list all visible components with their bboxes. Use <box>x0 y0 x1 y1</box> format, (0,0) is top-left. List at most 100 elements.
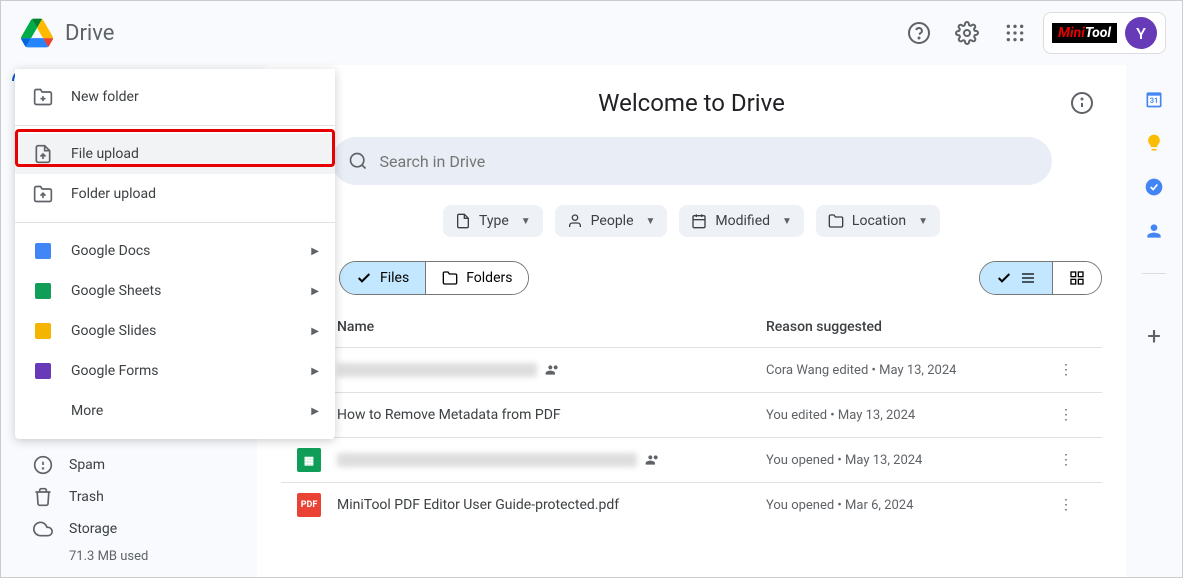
more-actions-icon[interactable]: ⋮ <box>1046 452 1086 468</box>
toggle-files[interactable]: Files <box>340 262 425 294</box>
right-rail: 31 + <box>1126 65 1182 577</box>
tasks-icon[interactable] <box>1144 177 1164 197</box>
shared-icon <box>545 362 561 378</box>
calendar-icon[interactable]: 31 <box>1144 89 1164 109</box>
chevron-right-icon: ▶ <box>311 366 319 377</box>
menu-new-folder[interactable]: New folder <box>15 77 335 117</box>
chip-modified[interactable]: Modified▼ <box>679 205 804 237</box>
chevron-down-icon: ▼ <box>918 216 928 227</box>
cloud-icon <box>33 519 53 539</box>
menu-label: Folder upload <box>71 186 156 202</box>
sidebar-item-trash[interactable]: Trash <box>9 481 257 513</box>
spam-icon <box>33 455 53 475</box>
search-bar[interactable] <box>332 137 1052 185</box>
header-actions: MiniTool Y <box>899 12 1166 54</box>
brand-badge[interactable]: MiniTool Y <box>1043 12 1166 54</box>
menu-label: Google Docs <box>71 243 150 259</box>
column-reason: Reason suggested <box>766 319 1046 335</box>
column-name: Name <box>337 319 766 335</box>
file-row[interactable]: X Cora Wang edited • May 13, 2024 ⋮ <box>281 347 1102 392</box>
menu-google-slides[interactable]: Google Slides ▶ <box>15 311 335 351</box>
new-context-menu: New folder File upload Folder upload Goo… <box>15 69 335 439</box>
add-icon[interactable]: + <box>1147 322 1161 350</box>
file-name-blurred <box>337 453 637 467</box>
avatar[interactable]: Y <box>1125 17 1157 49</box>
header: Drive MiniTool Y <box>1 1 1182 65</box>
file-name: MiniTool PDF Editor User Guide-protected… <box>337 497 766 513</box>
menu-label: Google Slides <box>71 323 156 339</box>
main-content: Welcome to Drive Type▼ People▼ Modified▼… <box>257 65 1126 577</box>
grid-view-button[interactable] <box>1053 262 1101 294</box>
search-icon <box>348 151 368 171</box>
apps-icon[interactable] <box>995 13 1035 53</box>
files-folders-toggle: Files Folders <box>339 261 529 295</box>
more-actions-icon[interactable]: ⋮ <box>1046 407 1086 423</box>
settings-icon[interactable] <box>947 13 987 53</box>
menu-folder-upload[interactable]: Folder upload <box>15 174 335 214</box>
file-reason: You opened • Mar 6, 2024 <box>766 498 1046 513</box>
menu-label: Google Sheets <box>71 283 161 299</box>
sheets-icon: ▦ <box>297 448 321 472</box>
file-row[interactable]: ▭ How to Remove Metadata from PDF You ed… <box>281 392 1102 437</box>
help-icon[interactable] <box>899 13 939 53</box>
list-view-button[interactable] <box>980 262 1052 294</box>
slides-icon <box>31 319 55 343</box>
chevron-right-icon: ▶ <box>311 246 319 257</box>
chip-location[interactable]: Location▼ <box>816 205 940 237</box>
view-toggle <box>979 261 1102 295</box>
product-name: Drive <box>65 21 114 46</box>
search-input[interactable] <box>380 152 1036 171</box>
keep-icon[interactable] <box>1144 133 1164 153</box>
folder-upload-icon <box>31 182 55 206</box>
table-header: Name Reason suggested <box>281 307 1102 347</box>
svg-text:31: 31 <box>1150 96 1159 105</box>
menu-file-upload[interactable]: File upload <box>15 134 335 174</box>
chevron-right-icon: ▶ <box>311 286 319 297</box>
pdf-icon: PDF <box>297 493 321 517</box>
folder-plus-icon <box>31 85 55 109</box>
sheets-icon <box>31 279 55 303</box>
chevron-down-icon: ▼ <box>782 216 792 227</box>
brand-logo: MiniTool <box>1052 23 1117 43</box>
menu-divider <box>15 222 335 223</box>
chevron-right-icon: ▶ <box>311 326 319 337</box>
file-name: How to Remove Metadata from PDF <box>337 407 766 423</box>
menu-label: Google Forms <box>71 363 159 379</box>
menu-google-sheets[interactable]: Google Sheets ▶ <box>15 271 335 311</box>
shared-icon <box>645 452 661 468</box>
sidebar-item-spam[interactable]: Spam <box>9 449 257 481</box>
chevron-down-icon: ▼ <box>521 216 531 227</box>
file-reason: You opened • May 13, 2024 <box>766 453 1046 468</box>
chip-type[interactable]: Type▼ <box>443 205 543 237</box>
menu-google-forms[interactable]: Google Forms ▶ <box>15 351 335 391</box>
file-row[interactable]: ▦ You opened • May 13, 2024 ⋮ <box>281 437 1102 482</box>
chevron-right-icon: ▶ <box>311 406 319 417</box>
file-name-blurred <box>337 363 537 377</box>
forms-icon <box>31 359 55 383</box>
sidebar-label: Storage <box>69 521 117 537</box>
storage-used: 71.3 MB used <box>9 549 257 564</box>
more-actions-icon[interactable]: ⋮ <box>1046 362 1086 378</box>
toggle-folders[interactable]: Folders <box>426 262 528 294</box>
file-row[interactable]: PDF MiniTool PDF Editor User Guide-prote… <box>281 482 1102 527</box>
menu-label: More <box>71 403 103 419</box>
chip-people[interactable]: People▼ <box>555 205 668 237</box>
docs-icon <box>31 239 55 263</box>
contacts-icon[interactable] <box>1144 221 1164 241</box>
menu-more[interactable]: More ▶ <box>15 391 335 431</box>
sidebar-label: Trash <box>69 489 104 505</box>
chevron-down-icon: ▼ <box>646 216 656 227</box>
info-icon[interactable] <box>1062 83 1102 123</box>
trash-icon <box>33 487 53 507</box>
menu-google-docs[interactable]: Google Docs ▶ <box>15 231 335 271</box>
drive-logo-icon <box>17 13 57 53</box>
menu-divider <box>15 125 335 126</box>
sidebar-item-storage[interactable]: Storage <box>9 513 257 545</box>
more-actions-icon[interactable]: ⋮ <box>1046 497 1086 513</box>
menu-label: New folder <box>71 89 139 105</box>
logo-area[interactable]: Drive <box>17 13 114 53</box>
file-upload-icon <box>31 142 55 166</box>
blank-icon <box>31 399 55 423</box>
page-title: Welcome to Drive <box>598 89 785 117</box>
menu-label: File upload <box>71 146 139 162</box>
